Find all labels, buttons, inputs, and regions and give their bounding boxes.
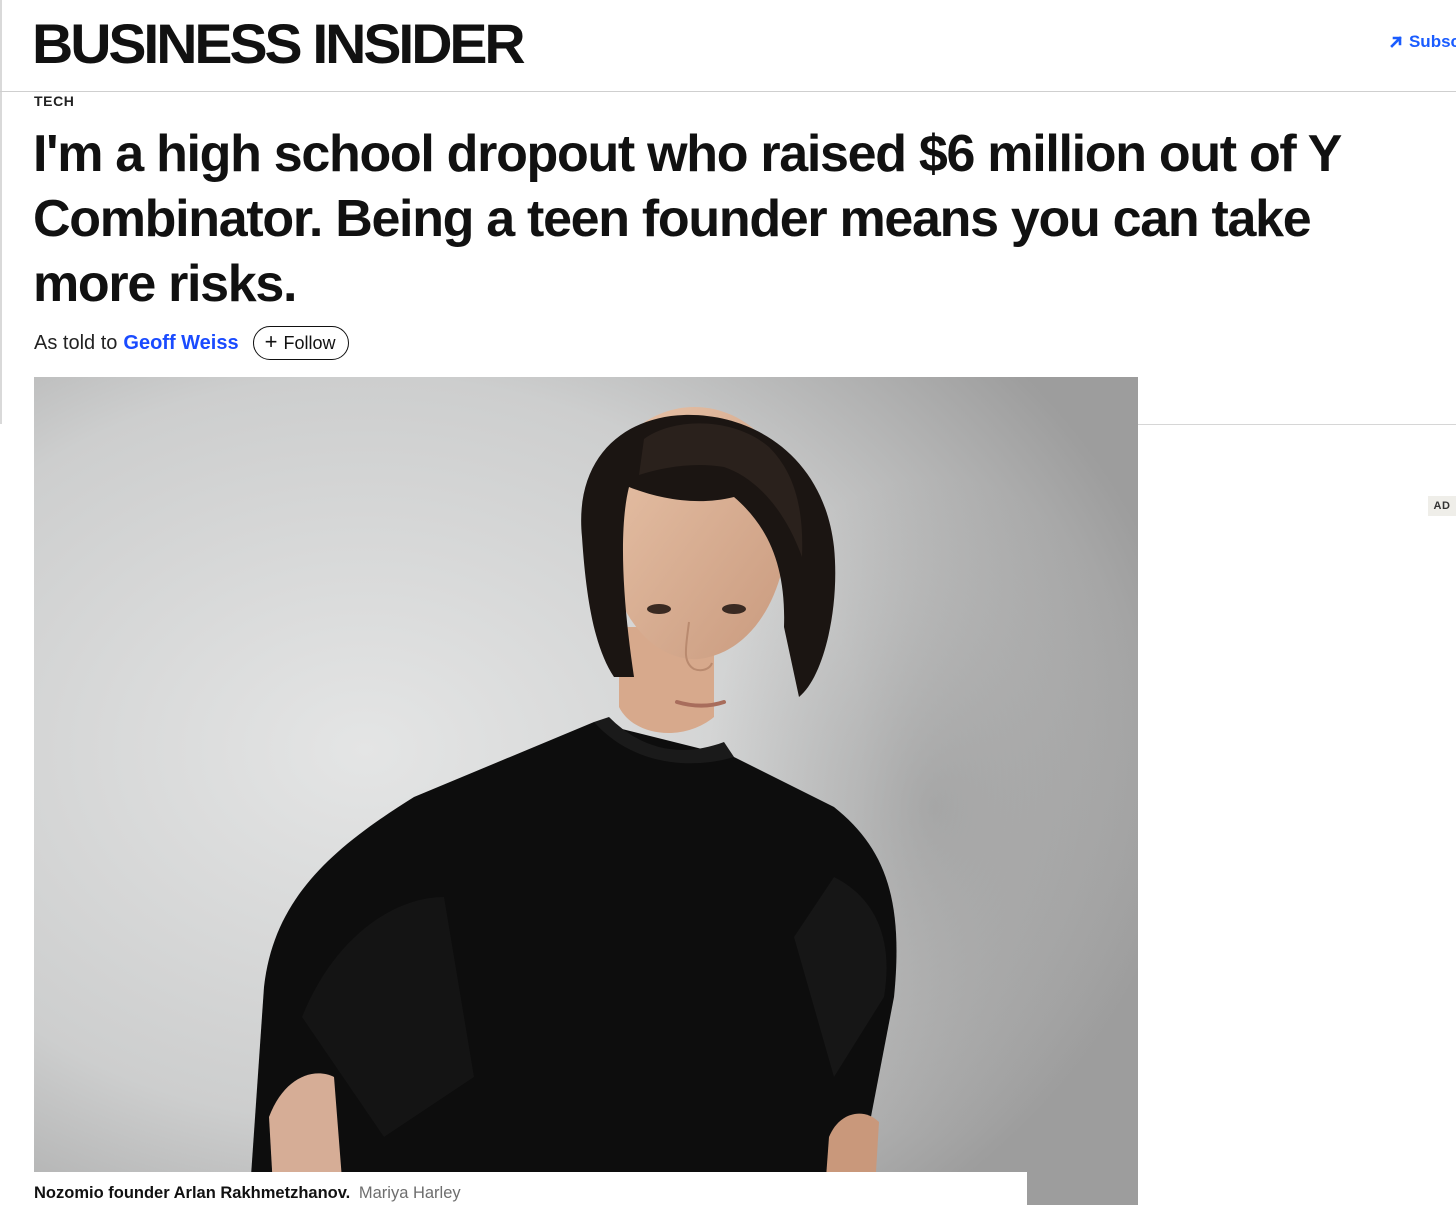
plus-icon: + (264, 329, 278, 354)
subscribe-label: Subsc (1408, 32, 1456, 51)
portrait-illustration (34, 377, 1138, 1205)
caption-text: Nozomio founder Arlan Rakhmetzhanov. (34, 1184, 351, 1202)
follow-label: Follow (283, 332, 336, 353)
ad-badge: AD (1428, 496, 1456, 516)
author-link[interactable]: Geoff Weiss (123, 332, 238, 355)
follow-button[interactable]: + Follow (252, 326, 350, 360)
article-headline: I'm a high school dropout who raised $6 … (33, 125, 1341, 313)
hero-photo (34, 377, 1138, 1205)
section-label-tech[interactable]: TECH (34, 93, 75, 109)
photo-credit: Mariya Harley (358, 1184, 461, 1202)
site-header: BUSINESS INSIDER Subsc (0, 0, 1456, 92)
business-insider-logo[interactable]: BUSINESS INSIDER (32, 12, 526, 76)
article-page: BUSINESS INSIDER Subsc TECH I'm a high s… (0, 0, 1456, 1225)
subscribe-link[interactable]: Subsc (1389, 32, 1456, 52)
image-caption: Nozomio founder Arlan Rakhmetzhanov. Mar… (34, 1184, 461, 1203)
ad-divider (1138, 424, 1456, 425)
byline-prefix: As told to (34, 331, 118, 354)
arrow-up-right-icon (1390, 36, 1402, 48)
byline: As told to Geoff Weiss + Follow (34, 326, 350, 360)
